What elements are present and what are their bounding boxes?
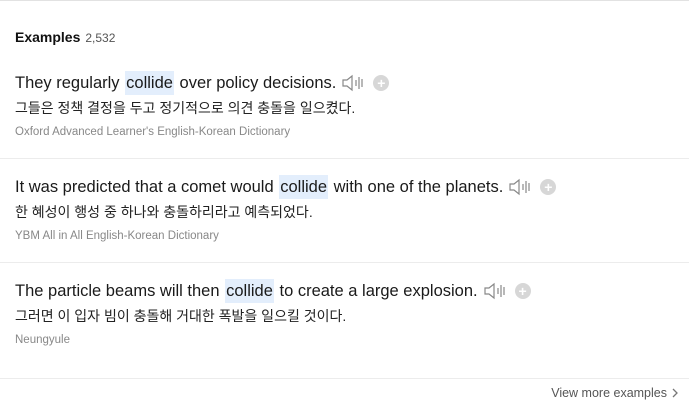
keyword-highlight: collide: [279, 175, 329, 199]
speaker-icon[interactable]: [508, 177, 534, 197]
example-divider: [0, 158, 689, 159]
example-source[interactable]: YBM All in All English-Korean Dictionary: [15, 229, 689, 243]
example-sentence-ko: 그러면 이 입자 빔이 충돌해 거대한 폭발을 일으킬 것이다.: [15, 308, 347, 324]
sentence-text-after: over policy decisions.: [179, 74, 337, 92]
example-sentence-en: It was predicted that a comet would coll…: [15, 175, 689, 199]
example-item: They regularly collide over policy decis…: [15, 71, 689, 139]
add-to-wordbook-plus-icon[interactable]: +: [373, 75, 390, 91]
example-divider: [0, 262, 689, 263]
top-rule: [0, 0, 689, 1]
sentence-text-before: They regularly: [15, 74, 120, 92]
example-item: The particle beams will then collide to …: [15, 279, 689, 347]
view-more-examples-link[interactable]: View more examples: [551, 386, 680, 400]
examples-count: 2,532: [85, 31, 116, 45]
add-to-wordbook-plus-icon[interactable]: +: [540, 179, 557, 195]
keyword-highlight: collide: [125, 71, 174, 95]
sentence-text-after: to create a large explosion.: [279, 282, 478, 300]
sentence-text-before: It was predicted that a comet would: [15, 178, 274, 196]
keyword-highlight: collide: [225, 279, 274, 303]
example-source[interactable]: Oxford Advanced Learner's English-Korean…: [15, 125, 689, 139]
add-to-wordbook-plus-icon[interactable]: +: [514, 283, 531, 299]
speaker-icon[interactable]: [341, 73, 367, 93]
sentence-text-before: The particle beams will then: [15, 282, 220, 300]
view-more-label: View more examples: [551, 386, 667, 400]
example-sentence-en: They regularly collide over policy decis…: [15, 71, 689, 95]
examples-header: Examples 2,532: [15, 29, 115, 47]
example-sentence-en: The particle beams will then collide to …: [15, 279, 689, 303]
example-item: It was predicted that a comet would coll…: [15, 175, 689, 243]
sentence-text-after: with one of the planets.: [333, 178, 504, 196]
chevron-right-icon: [670, 387, 680, 399]
example-sentence-ko: 한 혜성이 행성 중 하나와 충돌하리라고 예측되었다.: [15, 204, 313, 220]
footer-divider: [0, 378, 689, 379]
example-sentence-ko: 그들은 정책 결정을 두고 정기적으로 의견 충돌을 일으켰다.: [15, 100, 356, 116]
speaker-icon[interactable]: [483, 281, 509, 301]
examples-title: Examples: [15, 29, 81, 45]
example-source: Neungyule: [15, 334, 70, 346]
